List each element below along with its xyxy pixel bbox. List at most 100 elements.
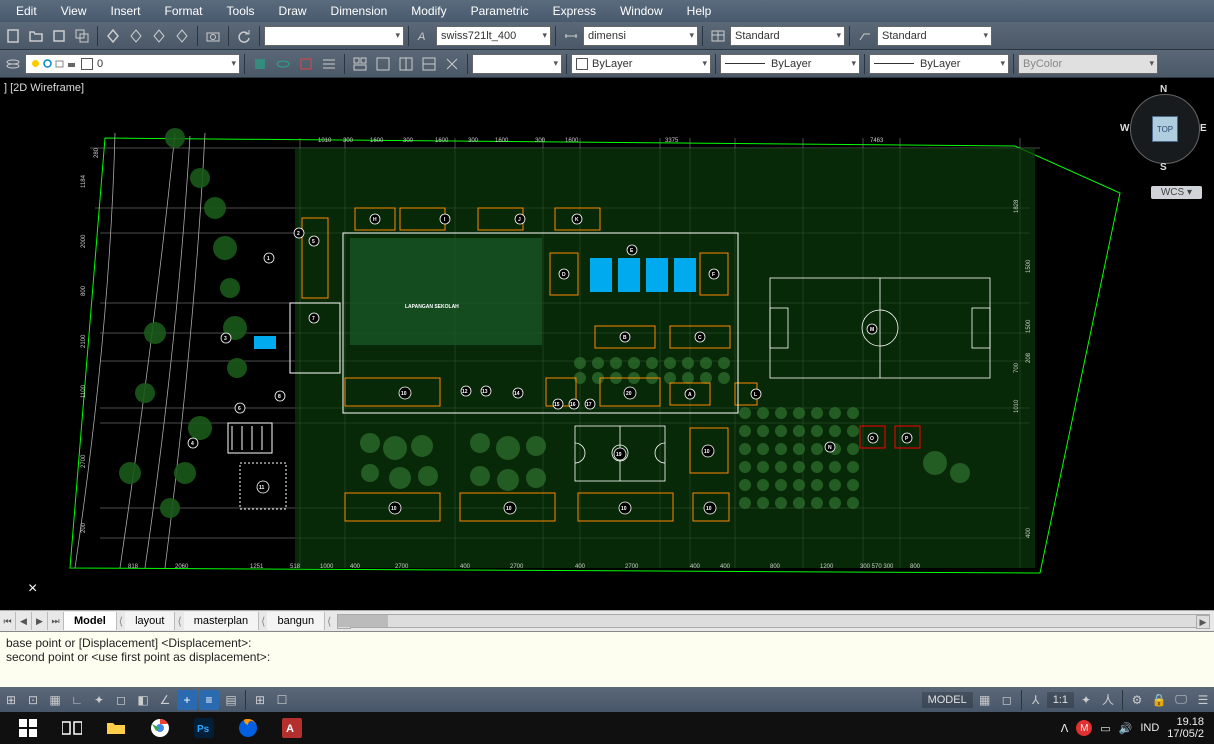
lineweight-dropdown[interactable]: ByLayer — [869, 54, 1009, 74]
tab-nav-first-icon[interactable]: ⏮ — [0, 612, 16, 630]
wcs-badge[interactable]: WCS ▾ — [1151, 186, 1202, 199]
gear-icon[interactable]: ⚙ — [1127, 690, 1147, 710]
lock-icon[interactable]: 🔒 — [1149, 690, 1169, 710]
tray-clock[interactable]: 19.18 17/05/2 — [1167, 716, 1208, 740]
status-grid2-icon[interactable]: ▦ — [975, 690, 995, 710]
diamond3-icon[interactable] — [148, 25, 170, 47]
horizontal-scrollbar[interactable]: ◀ ▶ — [337, 614, 1210, 628]
tray-network-icon[interactable]: ▭ — [1100, 722, 1110, 735]
scroll-right-icon[interactable]: ▶ — [1196, 615, 1210, 629]
windows-start-icon[interactable] — [12, 712, 44, 744]
menu-express[interactable]: Express — [541, 1, 608, 21]
annotation-scale[interactable]: 1:1 — [1047, 692, 1074, 708]
menu-view[interactable]: View — [49, 1, 99, 21]
open-icon[interactable] — [25, 25, 47, 47]
table-dropdown[interactable]: Standard — [730, 26, 845, 46]
dyn-icon[interactable]: + — [177, 690, 197, 710]
drawing-canvas[interactable]: ] [2D Wireframe] × — [0, 78, 1214, 610]
camera-icon[interactable] — [202, 25, 224, 47]
menu-tools[interactable]: Tools — [215, 1, 267, 21]
diamond-icon[interactable] — [102, 25, 124, 47]
box2-icon[interactable] — [71, 25, 93, 47]
menu-modify[interactable]: Modify — [399, 1, 458, 21]
viewport2-icon[interactable] — [372, 53, 394, 75]
viewcube-top[interactable]: TOP — [1152, 116, 1178, 142]
tpy-icon[interactable]: ▤ — [221, 690, 241, 710]
autocad-icon[interactable]: A — [276, 712, 308, 744]
refresh-icon[interactable] — [233, 25, 255, 47]
diamond2-icon[interactable] — [125, 25, 147, 47]
tab-layout[interactable]: layout — [125, 612, 175, 630]
linetype-dropdown[interactable]: ByLayer — [720, 54, 860, 74]
annotation-icon[interactable]: ⅄ — [1026, 690, 1046, 710]
command-line[interactable]: base point or [Displacement] <Displaceme… — [0, 631, 1214, 687]
layer-prev-icon[interactable] — [249, 53, 271, 75]
otrack-icon[interactable]: ∠ — [155, 690, 175, 710]
table-style-icon[interactable] — [707, 25, 729, 47]
status-annoscale-icon[interactable]: ✦ — [1076, 690, 1096, 710]
model-indicator[interactable]: MODEL — [922, 692, 973, 708]
layer-states-icon[interactable] — [2, 53, 24, 75]
layer-iso-icon[interactable] — [295, 53, 317, 75]
monitor-icon[interactable]: 🖵 — [1171, 690, 1191, 710]
view-cube[interactable]: N S E W TOP WCS ▾ — [1120, 84, 1210, 214]
tab-model[interactable]: Model — [64, 612, 117, 630]
ortho-icon[interactable]: ∟ — [67, 690, 87, 710]
tab-nav-next-icon[interactable]: ▶ — [32, 612, 48, 630]
menu-icon[interactable]: ☰ — [1193, 690, 1213, 710]
dim-style-icon[interactable] — [560, 25, 582, 47]
osnap-icon[interactable]: ◻ — [111, 690, 131, 710]
tray-volume-icon[interactable]: 🔊 — [1119, 722, 1133, 735]
tab-masterplan[interactable]: masterplan — [184, 612, 259, 630]
tray-chevron-up-icon[interactable]: ᐱ — [1061, 722, 1069, 735]
lwt-icon[interactable]: ≡ — [199, 690, 219, 710]
photoshop-icon[interactable]: Ps — [188, 712, 220, 744]
menu-edit[interactable]: Edit — [4, 1, 49, 21]
viewport4-icon[interactable] — [418, 53, 440, 75]
chrome-icon[interactable] — [144, 712, 176, 744]
explorer-icon[interactable] — [100, 712, 132, 744]
task-view-icon[interactable] — [56, 712, 88, 744]
menu-window[interactable]: Window — [608, 1, 675, 21]
sc-icon[interactable]: ☐ — [272, 690, 292, 710]
tab-bangun[interactable]: bangun — [267, 612, 325, 630]
firefox-icon[interactable] — [232, 712, 264, 744]
menu-help[interactable]: Help — [675, 1, 724, 21]
style-dropdown-1[interactable] — [264, 26, 404, 46]
menu-format[interactable]: Format — [153, 1, 215, 21]
scroll-thumb[interactable] — [338, 615, 388, 627]
polar-icon[interactable]: ✦ — [89, 690, 109, 710]
menu-dimension[interactable]: Dimension — [319, 1, 400, 21]
snap-icon[interactable]: ⊡ — [23, 690, 43, 710]
tray-lang[interactable]: IND — [1140, 722, 1159, 734]
new-icon[interactable] — [2, 25, 24, 47]
status-box-icon[interactable]: ◻ — [997, 690, 1017, 710]
mleader-style-icon[interactable] — [854, 25, 876, 47]
viewport-icon[interactable] — [349, 53, 371, 75]
menu-parametric[interactable]: Parametric — [459, 1, 541, 21]
viewport3-icon[interactable] — [395, 53, 417, 75]
text-style-icon[interactable]: A — [413, 25, 435, 47]
layer-dropdown[interactable]: 0 — [25, 54, 240, 74]
dim-dropdown[interactable]: dimensi — [583, 26, 698, 46]
font-dropdown[interactable]: swiss721lt_400 — [436, 26, 551, 46]
menu-insert[interactable]: Insert — [98, 1, 152, 21]
tab-nav-last-icon[interactable]: ⏭ — [48, 612, 64, 630]
qp-icon[interactable]: ⊞ — [250, 690, 270, 710]
viewport5-icon[interactable] — [441, 53, 463, 75]
tray-m-icon[interactable]: M — [1076, 720, 1092, 736]
layer-match-icon[interactable] — [272, 53, 294, 75]
tab-nav-prev-icon[interactable]: ◀ — [16, 612, 32, 630]
box-icon[interactable] — [48, 25, 70, 47]
infer-icon[interactable]: ⊞ — [1, 690, 21, 710]
layer-mgr-icon[interactable] — [318, 53, 340, 75]
color-dropdown[interactable]: ByLayer — [571, 54, 711, 74]
mleader-dropdown[interactable]: Standard — [877, 26, 992, 46]
viewport-scale-dropdown[interactable] — [472, 54, 562, 74]
diamond4-icon[interactable] — [171, 25, 193, 47]
3dosnap-icon[interactable]: ◧ — [133, 690, 153, 710]
grid-icon[interactable]: ▦ — [45, 690, 65, 710]
plotcolor-dropdown[interactable]: ByColor — [1018, 54, 1158, 74]
close-icon[interactable]: × — [28, 580, 37, 598]
status-annovisibility-icon[interactable]: 人 — [1098, 690, 1118, 710]
